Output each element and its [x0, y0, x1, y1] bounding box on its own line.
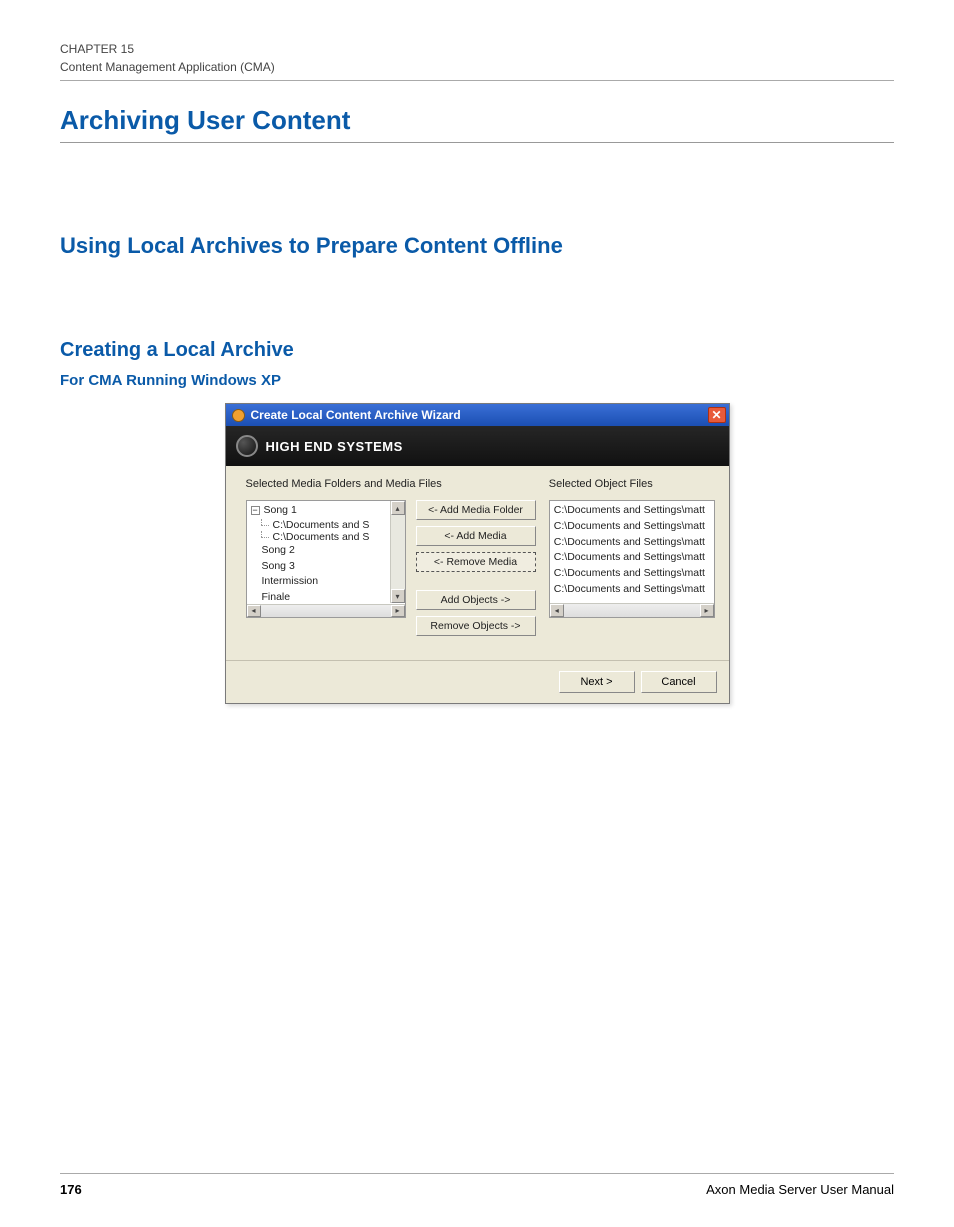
page-header: CHAPTER 15 Content Management Applicatio…	[60, 40, 894, 81]
tree-collapse-icon[interactable]: −	[251, 506, 260, 515]
add-media-folder-button[interactable]: <- Add Media Folder	[416, 500, 536, 520]
heading-2: Using Local Archives to Prepare Content …	[60, 233, 894, 259]
scroll-up-icon[interactable]: ▴	[391, 501, 405, 515]
tree-child[interactable]: C:\Documents and S	[251, 531, 405, 543]
tree-item[interactable]: Song 3	[251, 559, 405, 575]
add-objects-button[interactable]: Add Objects ->	[416, 590, 536, 610]
wizard-footer: Next > Cancel	[226, 660, 729, 703]
cancel-button[interactable]: Cancel	[641, 671, 717, 693]
tree-item[interactable]: Song 2	[251, 543, 405, 559]
brand-logo-icon	[236, 435, 258, 457]
window-title: Create Local Content Archive Wizard	[251, 408, 461, 422]
remove-objects-button[interactable]: Remove Objects ->	[416, 616, 536, 636]
app-icon	[232, 409, 245, 422]
list-item[interactable]: C:\Documents and Settings\matt	[554, 550, 714, 566]
list-item[interactable]: C:\Documents and Settings\matt	[554, 519, 714, 535]
vertical-scrollbar[interactable]: ▴ ▾	[390, 501, 405, 603]
tree-root-label: Song 1	[264, 504, 297, 516]
remove-media-button[interactable]: <- Remove Media	[416, 552, 536, 572]
media-folders-list[interactable]: −Song 1 C:\Documents and S C:\Documents …	[246, 500, 406, 618]
list-item[interactable]: C:\Documents and Settings\matt	[554, 503, 714, 519]
page-footer: 176 Axon Media Server User Manual	[60, 1173, 894, 1197]
scroll-down-icon[interactable]: ▾	[391, 589, 405, 603]
horizontal-scrollbar[interactable]: ◂ ▸	[550, 603, 714, 617]
object-files-list[interactable]: C:\Documents and Settings\matt C:\Docume…	[549, 500, 715, 618]
scroll-track[interactable]	[564, 604, 700, 617]
scroll-right-icon[interactable]: ▸	[391, 605, 405, 617]
list-item[interactable]: C:\Documents and Settings\matt	[554, 535, 714, 551]
manual-title: Axon Media Server User Manual	[706, 1182, 894, 1197]
scroll-left-icon[interactable]: ◂	[550, 604, 564, 617]
heading-4: For CMA Running Windows XP	[60, 372, 894, 389]
list-item[interactable]: C:\Documents and Settings\matt	[554, 566, 714, 582]
scroll-track[interactable]	[261, 605, 391, 617]
heading-1: Archiving User Content	[60, 105, 894, 143]
scroll-left-icon[interactable]: ◂	[247, 605, 261, 617]
wizard-body: Selected Media Folders and Media Files −…	[226, 466, 729, 660]
chapter-label: CHAPTER 15	[60, 40, 894, 58]
wizard-dialog: Create Local Content Archive Wizard ✕ HI…	[225, 403, 730, 704]
chapter-subtitle: Content Management Application (CMA)	[60, 58, 894, 76]
titlebar: Create Local Content Archive Wizard ✕	[226, 404, 729, 426]
tree-item[interactable]: Intermission	[251, 574, 405, 590]
next-button[interactable]: Next >	[559, 671, 635, 693]
close-icon: ✕	[711, 409, 721, 421]
horizontal-scrollbar[interactable]: ◂ ▸	[247, 604, 405, 617]
right-list-label: Selected Object Files	[549, 478, 715, 490]
tree-root[interactable]: −Song 1	[251, 503, 405, 519]
brand-text: HIGH END SYSTEMS	[266, 439, 403, 454]
page-number: 176	[60, 1182, 82, 1197]
tree-item[interactable]: Finale	[251, 590, 405, 604]
add-media-button[interactable]: <- Add Media	[416, 526, 536, 546]
tree-child[interactable]: C:\Documents and S	[251, 519, 405, 531]
close-button[interactable]: ✕	[708, 407, 726, 423]
left-list-label: Selected Media Folders and Media Files	[246, 478, 406, 490]
heading-3: Creating a Local Archive	[60, 339, 894, 362]
scroll-right-icon[interactable]: ▸	[700, 604, 714, 617]
list-item[interactable]: C:\Documents and Settings\matt	[554, 582, 714, 598]
brand-bar: HIGH END SYSTEMS	[226, 426, 729, 466]
